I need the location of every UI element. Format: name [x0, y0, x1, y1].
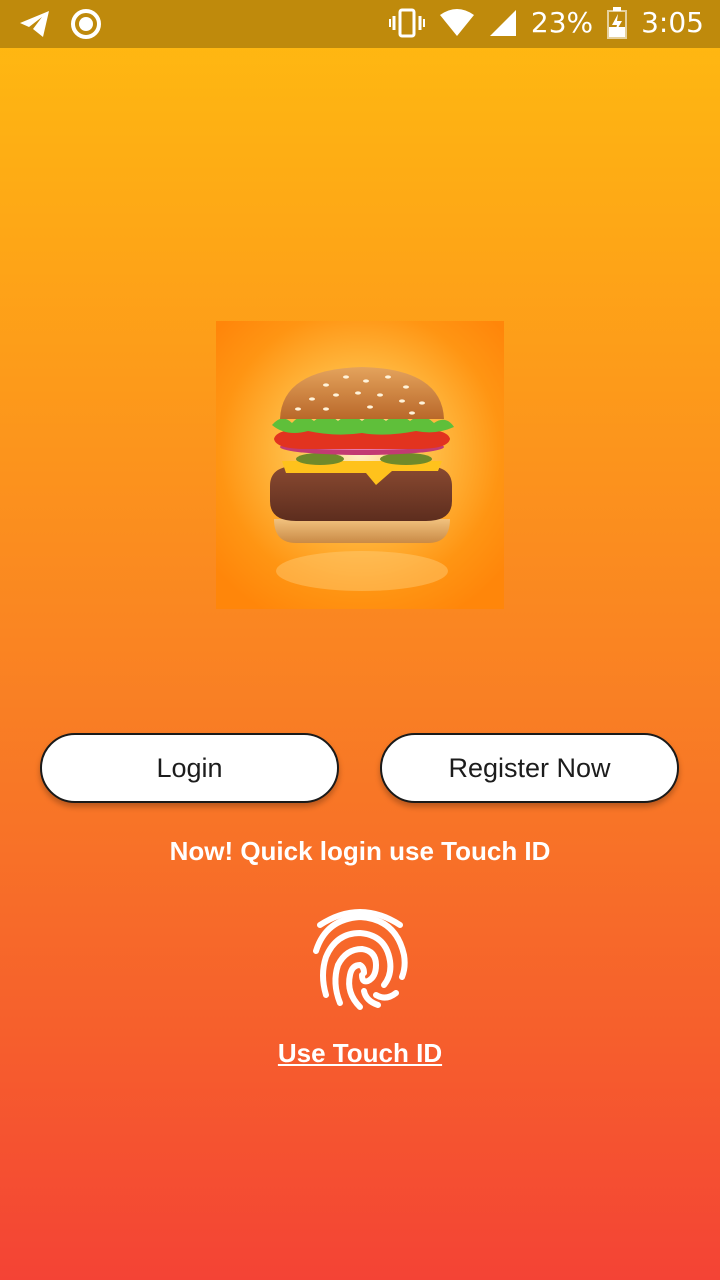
telegram-icon: [18, 9, 52, 39]
register-button-label: Register Now: [448, 752, 611, 783]
fingerprint-icon[interactable]: [310, 905, 410, 1013]
login-button-label: Login: [156, 752, 223, 783]
status-bar-left: [18, 8, 102, 40]
wifi-icon: [439, 8, 475, 37]
battery-charging-icon: [607, 6, 628, 39]
login-button[interactable]: Login: [40, 733, 339, 803]
burger-image: [216, 321, 504, 609]
status-bar-right: 23% 3:05: [388, 6, 704, 39]
circle-notification-icon: [70, 8, 102, 40]
vibrate-icon: [388, 8, 425, 38]
use-touch-id-link[interactable]: Use Touch ID: [0, 1038, 720, 1069]
touch-id-prompt: Now! Quick login use Touch ID: [169, 836, 551, 866]
signal-icon: [489, 9, 517, 37]
clock-time: 3:05: [641, 6, 704, 39]
register-now-button[interactable]: Register Now: [380, 733, 679, 803]
battery-percent: 23%: [530, 6, 594, 39]
status-bar: 23% 3:05: [0, 0, 720, 48]
